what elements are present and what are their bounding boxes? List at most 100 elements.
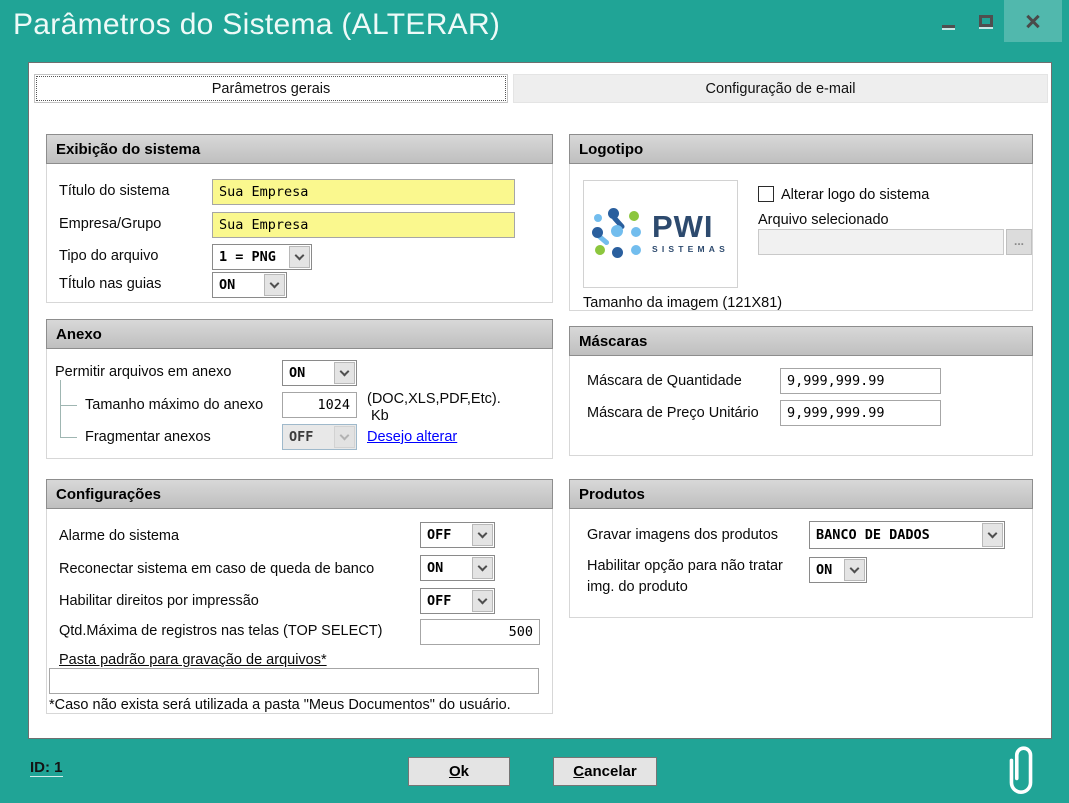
anexo-hint-line2: Kb <box>371 408 389 424</box>
titulo-guias-value: ON <box>213 273 263 297</box>
chevron-down-icon[interactable] <box>982 523 1003 547</box>
empresa-grupo-input[interactable] <box>212 212 515 238</box>
group-title: Exibição do sistema <box>46 134 553 164</box>
empresa-grupo-label: Empresa/Grupo <box>59 216 161 232</box>
arquivo-selecionado-label: Arquivo selecionado <box>758 212 889 228</box>
ok-button[interactable]: Ok <box>408 757 510 786</box>
maximize-button[interactable] <box>967 0 1004 42</box>
minimize-button[interactable] <box>930 0 967 42</box>
mascara-quantidade-label: Máscara de Quantidade <box>587 373 742 389</box>
alterar-logo-checkbox[interactable] <box>758 186 774 202</box>
logo-subtitle: SISTEMAS <box>652 244 729 254</box>
dialog-window: Parâmetros do Sistema (ALTERAR) Parâmetr… <box>0 0 1069 803</box>
chevron-glyph <box>340 366 350 376</box>
direitos-impressao-select[interactable]: OFF <box>420 588 495 614</box>
tab-configuracao-email[interactable]: Configuração de e-mail <box>513 74 1048 103</box>
desejo-alterar-link[interactable]: Desejo alterar <box>367 429 457 445</box>
group-logotipo: Logotipo PWI SISTEMAS <box>569 134 1033 311</box>
close-button[interactable] <box>1004 0 1062 42</box>
titulo-guias-select[interactable]: ON <box>212 272 287 298</box>
record-id-link[interactable]: ID: 1 <box>30 759 63 777</box>
habilitar-opcao-select[interactable]: ON <box>809 557 867 583</box>
tab-strip: Parâmetros gerais Configuração de e-mail <box>34 74 1048 103</box>
tree-line <box>60 380 61 437</box>
group-anexo: Anexo Permitir arquivos em anexo ON Tama… <box>46 319 553 459</box>
tipo-arquivo-label: Tipo do arquivo <box>59 248 158 264</box>
chevron-down-icon[interactable] <box>289 246 310 268</box>
habilitar-opcao-label: Habilitar opção para não tratar img. do … <box>587 556 799 598</box>
cancel-label-rest: ancelar <box>584 763 637 780</box>
titulo-sistema-label: Título do sistema <box>59 183 169 199</box>
qtd-registros-input[interactable] <box>420 619 540 645</box>
chevron-glyph <box>478 561 488 571</box>
cancel-mnemonic: C <box>573 763 584 780</box>
minimize-icon <box>942 25 955 28</box>
permitir-anexo-value: ON <box>283 361 333 385</box>
mascara-preco-label: Máscara de Preço Unitário <box>587 405 759 421</box>
chevron-down-icon[interactable] <box>334 362 355 384</box>
group-exibicao-do-sistema: Exibição do sistema Título do sistema Em… <box>46 134 553 303</box>
group-produtos: Produtos Gravar imagens dos produtos BAN… <box>569 479 1033 618</box>
pwi-logo-dots <box>592 208 644 260</box>
chevron-glyph <box>270 278 280 288</box>
reconectar-select[interactable]: ON <box>420 555 495 581</box>
titulo-sistema-input[interactable] <box>212 179 515 205</box>
alarme-value: OFF <box>421 523 471 547</box>
tamanho-imagem-label: Tamanho da imagem (121X81) <box>583 295 782 311</box>
pwi-logo-text: PWI SISTEMAS <box>652 214 729 253</box>
arquivo-selecionado-input <box>758 229 1004 255</box>
reconectar-value: ON <box>421 556 471 580</box>
permitir-anexo-select[interactable]: ON <box>282 360 357 386</box>
chevron-down-icon[interactable] <box>472 557 493 579</box>
tree-line <box>60 437 77 438</box>
tamanho-anexo-input[interactable] <box>282 392 357 418</box>
gravar-imagens-label: Gravar imagens dos produtos <box>587 527 778 543</box>
pasta-footnote: *Caso não exista será utilizada a pasta … <box>49 697 511 713</box>
close-icon <box>1024 12 1042 30</box>
chevron-down-icon <box>334 426 355 448</box>
tab-parametros-gerais[interactable]: Parâmetros gerais <box>34 74 508 103</box>
mascara-preco-input[interactable] <box>780 400 941 426</box>
direitos-impressao-label: Habilitar direitos por impressão <box>59 593 259 609</box>
ok-mnemonic: O <box>449 763 461 780</box>
pasta-padrao-input[interactable] <box>49 668 539 694</box>
reconectar-label: Reconectar sistema em caso de queda de b… <box>59 561 374 577</box>
maximize-icon <box>979 15 993 27</box>
chevron-down-icon[interactable] <box>844 559 865 581</box>
chevron-down-icon[interactable] <box>264 274 285 296</box>
window-controls <box>930 0 1062 42</box>
group-configuracoes: Configurações Alarme do sistema OFF Reco… <box>46 479 553 714</box>
chevron-glyph <box>850 563 860 573</box>
alarme-select[interactable]: OFF <box>420 522 495 548</box>
fragmentar-label: Fragmentar anexos <box>85 429 211 445</box>
group-title: Anexo <box>46 319 553 349</box>
browse-file-button[interactable]: ... <box>1006 229 1032 255</box>
chevron-down-icon[interactable] <box>472 524 493 546</box>
habilitar-opcao-value: ON <box>810 558 843 582</box>
tree-line <box>60 405 77 406</box>
fragmentar-value: OFF <box>283 425 333 449</box>
group-title: Logotipo <box>569 134 1033 164</box>
chevron-glyph <box>478 528 488 538</box>
paperclip-icon <box>1003 742 1039 800</box>
permitir-anexo-label: Permitir arquivos em anexo <box>55 364 232 380</box>
chevron-glyph <box>295 250 305 260</box>
dialog-content-panel: Parâmetros gerais Configuração de e-mail… <box>28 62 1052 739</box>
gravar-imagens-select[interactable]: BANCO DE DADOS <box>809 521 1005 549</box>
qtd-registros-label: Qtd.Máxima de registros nas telas (TOP S… <box>59 623 382 639</box>
tipo-arquivo-value: 1 = PNG <box>213 245 288 269</box>
titulo-guias-label: TÍtulo nas guias <box>59 276 161 292</box>
chevron-glyph <box>340 430 350 440</box>
direitos-impressao-value: OFF <box>421 589 471 613</box>
chevron-glyph <box>478 594 488 604</box>
chevron-glyph <box>988 528 998 538</box>
tipo-arquivo-select[interactable]: 1 = PNG <box>212 244 312 270</box>
alarme-label: Alarme do sistema <box>59 528 179 544</box>
chevron-down-icon[interactable] <box>472 590 493 612</box>
group-mascaras: Máscaras Máscara de Quantidade Máscara d… <box>569 326 1033 456</box>
gravar-imagens-value: BANCO DE DADOS <box>810 522 981 548</box>
mascara-quantidade-input[interactable] <box>780 368 941 394</box>
pasta-padrao-label: Pasta padrão para gravação de arquivos* <box>59 652 327 668</box>
cancel-button[interactable]: Cancelar <box>553 757 657 786</box>
group-title: Máscaras <box>569 326 1033 356</box>
